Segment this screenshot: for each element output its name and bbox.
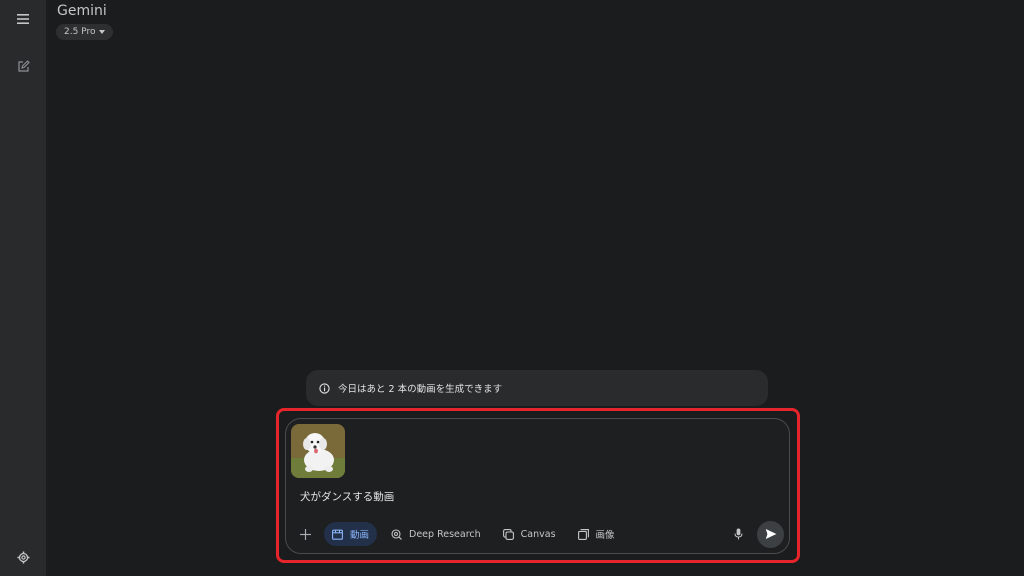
send-button[interactable] xyxy=(757,520,784,548)
tool-image-label: 画像 xyxy=(595,530,615,541)
gemini-app: Gemini 2.5 Pro 今日はあと 2 本の動画を生成できます 犬がダンス… xyxy=(0,0,1024,576)
prompt-composer: 犬がダンスする動画 動画 Deep Research Canvas 画像 xyxy=(285,418,790,554)
app-title: Gemini xyxy=(57,3,107,19)
model-label: 2.5 Pro xyxy=(64,27,96,37)
dog-photo xyxy=(291,424,345,478)
canvas-icon xyxy=(502,528,514,540)
image-icon xyxy=(577,528,589,540)
microphone-icon xyxy=(734,528,742,540)
composer-toolbar: 動画 Deep Research Canvas 画像 xyxy=(294,520,784,548)
quota-banner: 今日はあと 2 本の動画を生成できます xyxy=(306,370,768,406)
gear-icon xyxy=(17,551,29,563)
tool-video-button[interactable]: 動画 xyxy=(324,522,378,546)
menu-button[interactable] xyxy=(9,5,37,33)
tool-image-button[interactable]: 画像 xyxy=(570,522,623,546)
menu-icon xyxy=(17,14,29,24)
tool-video-label: 動画 xyxy=(350,530,370,541)
tool-deep-research-button[interactable]: Deep Research xyxy=(383,522,489,546)
banner-text: 今日はあと 2 本の動画を生成できます xyxy=(338,384,503,395)
video-icon xyxy=(332,529,343,540)
attached-image-thumbnail[interactable] xyxy=(291,424,345,478)
tool-canvas-button[interactable]: Canvas xyxy=(495,522,564,546)
deep-research-icon xyxy=(391,528,402,540)
chevron-down-icon xyxy=(99,30,106,34)
tool-deep-research-label: Deep Research xyxy=(409,528,481,540)
voice-input-button[interactable] xyxy=(727,523,749,545)
new-chat-button[interactable] xyxy=(9,52,37,80)
tool-canvas-label: Canvas xyxy=(520,528,556,540)
plus-icon xyxy=(299,528,311,540)
edit-icon xyxy=(17,59,30,72)
prompt-input[interactable]: 犬がダンスする動画 xyxy=(300,489,394,504)
side-rail xyxy=(0,0,46,576)
add-button[interactable] xyxy=(294,523,316,545)
model-selector[interactable]: 2.5 Pro xyxy=(56,24,114,40)
settings-button[interactable] xyxy=(9,543,37,571)
info-icon xyxy=(319,382,330,394)
send-icon xyxy=(765,529,776,539)
